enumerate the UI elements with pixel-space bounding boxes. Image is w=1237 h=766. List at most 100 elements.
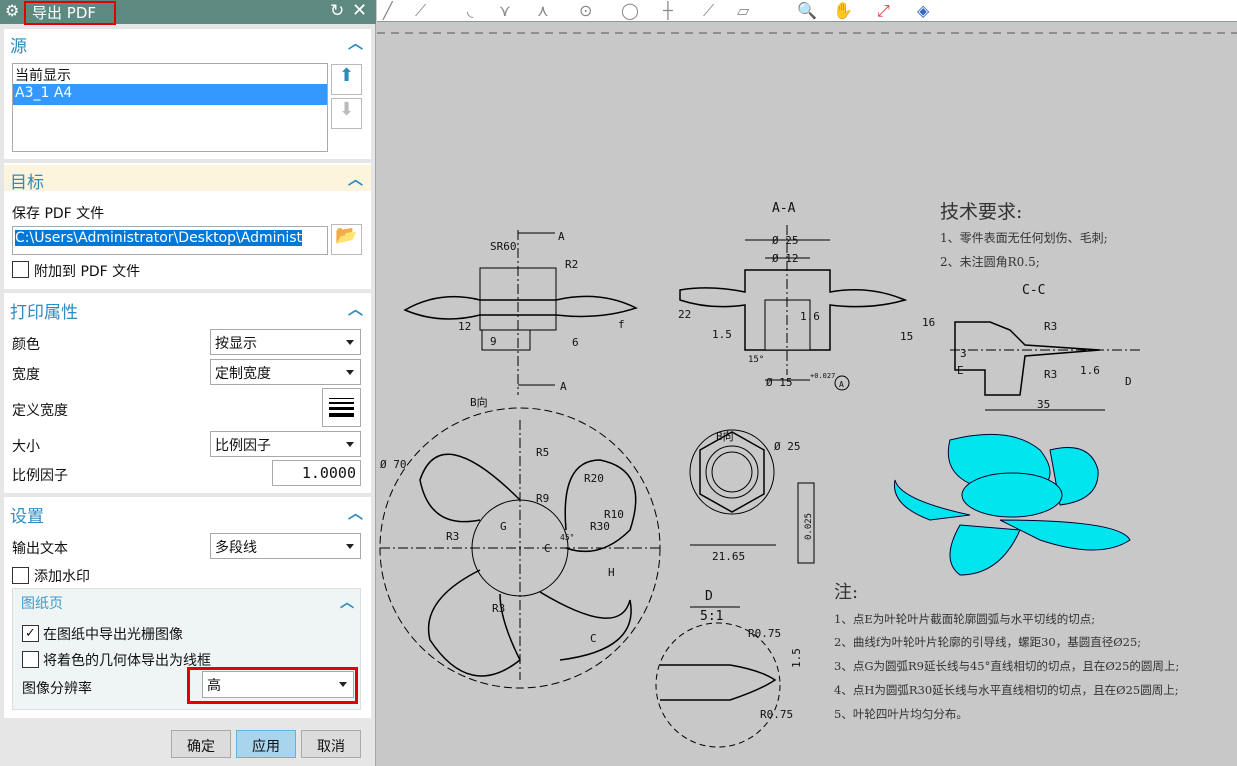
label-c-2: C xyxy=(590,632,597,645)
dim-22: 22 xyxy=(678,308,691,321)
file-path-text: C:\Users\Administrator\Desktop\Administ xyxy=(15,230,303,246)
line-width-button[interactable] xyxy=(322,388,361,427)
cross-icon[interactable]: ┼ xyxy=(663,1,673,20)
dropdown-arrow-icon xyxy=(346,370,354,375)
collapse-icon[interactable]: ︿ xyxy=(348,168,363,189)
settings-title: 设置 xyxy=(10,507,44,527)
datum-a: A xyxy=(839,380,844,389)
append-label: 附加到 PDF 文件 xyxy=(34,264,141,280)
collapse-icon[interactable]: ︿ xyxy=(348,32,363,53)
circle-points-icon[interactable]: ◯ xyxy=(621,1,639,20)
tech-requirements-title: 技术要求: xyxy=(940,201,1022,223)
label-a1: A xyxy=(558,230,565,243)
note-2: 2、曲线f为叶轮叶片轮廓的引导线，螺距30，基圆直径Ø25; xyxy=(834,635,1141,649)
label-a2: A xyxy=(560,380,567,393)
sheet-icon[interactable]: ▱ xyxy=(737,1,749,20)
wireframe-checkbox[interactable] xyxy=(22,651,39,668)
dropdown-arrow-icon xyxy=(339,682,347,687)
file-path-input[interactable]: C:\Users\Administrator\Desktop\Administ xyxy=(12,226,328,255)
side-view xyxy=(403,230,638,395)
move-down-button[interactable]: ⬇ xyxy=(331,98,362,129)
resolution-value: 高 xyxy=(207,678,221,694)
target-header[interactable]: 目标 ︿ xyxy=(4,165,371,193)
sheet-header[interactable]: 图纸页 xyxy=(21,593,63,613)
dim-r3-c: R3 xyxy=(446,530,459,543)
dim-phi25-b: Ø 25 xyxy=(774,440,801,453)
list-item[interactable]: 当前显示 xyxy=(13,64,327,84)
fit-icon[interactable]: ⤢ xyxy=(877,1,890,21)
reset-icon[interactable]: ↻ xyxy=(330,1,344,21)
dropdown-arrow-icon xyxy=(346,544,354,549)
dim-r9: R9 xyxy=(536,492,549,505)
segment-icon[interactable]: ⟋ xyxy=(703,1,714,21)
angle-icon[interactable]: ⋏ xyxy=(537,1,549,20)
sheet-subgroup: 图纸页 ︿ ✓ 在图纸中导出光栅图像 将着色的几何体导出为线框 图像分辨率 高 xyxy=(12,588,361,710)
dropdown-arrow-icon xyxy=(346,340,354,345)
list-item-selected[interactable]: A3_1 A4 xyxy=(13,84,327,105)
collapse-icon[interactable]: ︿ xyxy=(348,502,363,523)
pan-icon[interactable]: ✋ xyxy=(833,1,853,20)
color-label: 颜色 xyxy=(12,337,40,353)
close-icon[interactable]: ✕ xyxy=(352,0,367,21)
dim-3: 3 xyxy=(960,347,967,360)
dim-r3-b: R3 xyxy=(1044,368,1057,381)
print-header[interactable]: 打印属性 ︿ xyxy=(4,295,371,323)
append-checkbox[interactable] xyxy=(12,261,29,278)
dim-r20: R20 xyxy=(584,472,604,485)
source-header[interactable]: 源 ︿ xyxy=(4,29,371,57)
move-up-button[interactable]: ⬆ xyxy=(331,64,362,95)
zoom-region-icon[interactable]: 🔍 xyxy=(797,1,817,20)
angle-15: 15° xyxy=(748,355,764,365)
watermark-checkbox[interactable] xyxy=(12,567,29,584)
arc-icon[interactable]: ◟ xyxy=(467,1,473,20)
dim-phi15: Ø 15 xyxy=(766,376,793,389)
source-list[interactable]: 当前显示 A3_1 A4 xyxy=(12,63,328,152)
drawing-sheet[interactable]: A-A C-C B向 B向 D 5:1 SR60 A A R2 f 12 9 6… xyxy=(377,23,1237,766)
resolution-label: 图像分辨率 xyxy=(22,681,92,697)
polyline-icon[interactable]: ⋎ xyxy=(499,1,511,20)
ok-button[interactable]: 确定 xyxy=(171,730,231,758)
gear-icon[interactable]: ⚙ xyxy=(5,1,19,20)
folder-open-icon: 📂 xyxy=(335,225,358,246)
apply-button[interactable]: 应用 xyxy=(236,730,296,758)
cancel-button[interactable]: 取消 xyxy=(301,730,361,758)
line-icon[interactable]: ╱ xyxy=(383,1,393,20)
define-width-label: 定义宽度 xyxy=(12,403,68,419)
raster-checkbox[interactable]: ✓ xyxy=(22,625,39,642)
dropdown-arrow-icon xyxy=(346,442,354,447)
arrow-down-icon: ⬇ xyxy=(338,99,355,120)
label-c: C xyxy=(544,542,551,555)
raster-label: 在图纸中导出光栅图像 xyxy=(43,627,183,643)
output-text-dropdown[interactable]: 多段线 xyxy=(210,533,361,559)
width-value: 定制宽度 xyxy=(215,366,271,382)
collapse-icon[interactable]: ︿ xyxy=(348,298,363,319)
dim-12: 12 xyxy=(458,320,471,333)
label-b-view: B向 xyxy=(470,395,488,409)
dim-phi12: Ø 12 xyxy=(772,252,799,265)
arrow-up-icon: ⬆ xyxy=(338,65,355,86)
note-5: 5、叶轮四叶片均匀分布。 xyxy=(834,707,968,721)
circle-center-icon[interactable]: ⊙ xyxy=(579,1,592,20)
scale-input[interactable]: 1.0000 xyxy=(272,460,361,486)
wireframe-label: 将着色的几何体导出为线框 xyxy=(43,653,211,669)
label-g: G xyxy=(500,520,507,533)
size-dropdown[interactable]: 比例因子 xyxy=(210,431,361,457)
color-dropdown[interactable]: 按显示 xyxy=(210,329,361,355)
label-cc: C-C xyxy=(1022,283,1045,298)
note-4: 4、点H为圆弧R30延长线与水平直线相切的切点，且在Ø25圆周上; xyxy=(834,683,1179,697)
settings-header[interactable]: 设置 ︿ xyxy=(4,499,371,527)
label-dd: D xyxy=(1125,375,1132,388)
export-pdf-dialog: ⚙ 导出 PDF ↻ ✕ 源 ︿ 当前显示 A3_1 A4 ⬆ ⬇ 目标 ︿ 保存 … xyxy=(0,0,376,766)
collapse-icon[interactable]: ︿ xyxy=(340,592,354,612)
browse-button[interactable]: 📂 xyxy=(331,224,362,255)
tolerance: +0.027 xyxy=(810,372,835,380)
tolerance-frame: 0.025 xyxy=(804,513,814,540)
resolution-dropdown[interactable]: 高 xyxy=(202,671,354,698)
width-dropdown[interactable]: 定制宽度 xyxy=(210,359,361,385)
save-pdf-label: 保存 PDF 文件 xyxy=(12,206,105,222)
orient-icon[interactable]: ◈ xyxy=(917,1,929,20)
dialog-titlebar: ⚙ 导出 PDF ↻ ✕ xyxy=(0,0,376,25)
print-title: 打印属性 xyxy=(10,303,78,323)
output-text-value: 多段线 xyxy=(215,540,257,556)
point-line-icon[interactable]: ⟋ xyxy=(415,1,426,21)
